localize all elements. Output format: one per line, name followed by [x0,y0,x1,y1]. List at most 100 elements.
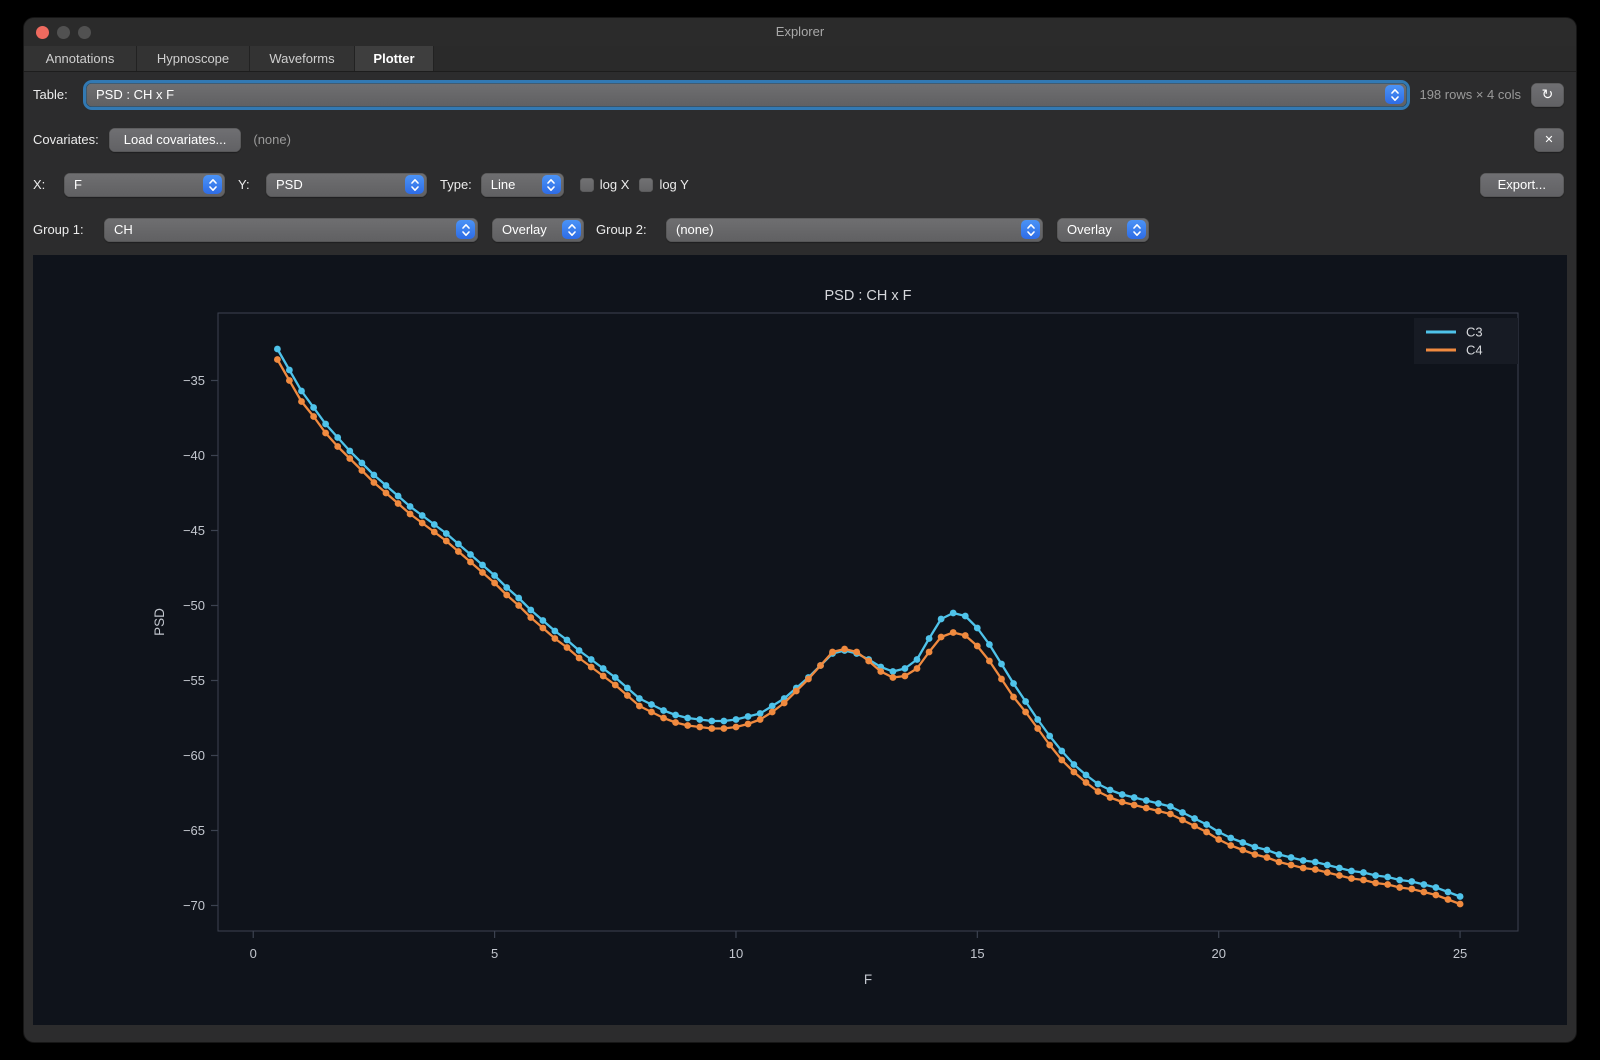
data-point [322,430,329,437]
data-point [1433,892,1440,899]
tab-bar: Annotations Hypnoscope Waveforms Plotter [24,46,1576,72]
tab-plotter[interactable]: Plotter [355,46,434,71]
y-tick-label: −35 [183,373,205,388]
data-point [431,521,438,528]
table-select[interactable]: PSD : CH x F [86,83,1407,107]
data-point [733,724,740,731]
data-point [503,584,510,591]
data-point [696,716,703,723]
plotter-controls: Table: PSD : CH x F 198 rows × 4 cols ↻ … [24,72,1576,252]
data-point [1179,817,1186,824]
data-point [1191,815,1198,822]
data-point [1071,769,1078,776]
data-point [600,665,607,672]
y-tick-label: −65 [183,823,205,838]
data-point [467,559,474,566]
data-point [1312,866,1319,873]
data-point [938,634,945,641]
group2-mode-select[interactable]: Overlay [1057,218,1149,242]
series-line-C4 [277,360,1460,905]
data-point [1421,881,1428,888]
data-point [926,649,933,656]
data-point [1215,836,1222,843]
data-point [274,356,281,363]
data-point [986,658,993,665]
title-bar: Explorer [24,18,1576,46]
log-y-checkbox[interactable] [639,178,653,192]
y-tick-label: −60 [183,748,205,763]
data-point [1336,872,1343,879]
x-tick-label: 5 [491,946,498,961]
data-point [1348,868,1355,875]
data-point [1215,829,1222,836]
data-point [1408,886,1415,893]
data-point [407,511,414,518]
data-point [286,377,293,384]
data-point [419,512,426,519]
refresh-button[interactable]: ↻ [1531,83,1564,107]
tab-annotations[interactable]: Annotations [24,46,137,71]
covariates-status: (none) [253,132,291,147]
data-point [1276,859,1283,866]
data-point [1433,884,1440,891]
y-axis-title: PSD [152,608,167,636]
window-title: Explorer [24,18,1576,46]
y-axis-select[interactable]: PSD [266,173,427,197]
data-point [1167,811,1174,818]
data-point [503,592,510,599]
data-point [648,701,655,708]
log-x-checkbox[interactable] [580,178,594,192]
data-point [865,658,872,665]
data-point [793,688,800,695]
x-axis-select[interactable]: F [64,173,225,197]
log-x-label: log X [600,177,630,192]
data-point [805,676,812,683]
app-window: Explorer Annotations Hypnoscope Waveform… [24,18,1576,1042]
tab-hypnoscope[interactable]: Hypnoscope [137,46,250,71]
data-point [310,413,317,420]
load-covariates-button[interactable]: Load covariates... [109,128,242,152]
data-point [1022,709,1029,716]
group2-select[interactable]: (none) [666,218,1043,242]
plot-type-select[interactable]: Line [481,173,564,197]
data-point [938,616,945,623]
data-point [286,367,293,374]
data-point [636,703,643,710]
covariates-label: Covariates: [33,132,99,147]
data-point [274,346,281,353]
group1-select-value: CH [114,222,450,237]
data-point [1191,823,1198,830]
data-point [346,455,353,462]
data-point [443,530,450,537]
data-point [564,644,571,651]
log-y-label: log Y [659,177,688,192]
data-point [1107,794,1114,801]
data-point [890,668,897,675]
data-point [540,617,547,624]
data-point [745,721,752,728]
refresh-icon: ↻ [1542,86,1554,103]
chevron-up-down-icon [203,175,222,194]
data-point [371,472,378,479]
data-point [346,448,353,455]
tab-waveforms[interactable]: Waveforms [250,46,355,71]
data-point [1324,862,1331,869]
data-point [1457,901,1464,908]
close-panel-button[interactable]: ✕ [1534,128,1564,152]
data-point [612,674,619,681]
x-tick-label: 0 [250,946,257,961]
data-point [515,595,522,602]
data-point [1227,842,1234,849]
group1-mode-select[interactable]: Overlay [492,218,584,242]
data-point [1324,869,1331,876]
group1-select[interactable]: CH [104,218,478,242]
table-row: Table: PSD : CH x F 198 rows × 4 cols ↻ [33,72,1564,117]
data-point [841,646,848,653]
data-point [986,641,993,648]
data-point [588,656,595,663]
data-point [1300,857,1307,864]
chevron-up-down-icon [542,175,561,194]
data-point [564,637,571,644]
export-button[interactable]: Export... [1480,173,1564,197]
y-tick-label: −45 [183,523,205,538]
